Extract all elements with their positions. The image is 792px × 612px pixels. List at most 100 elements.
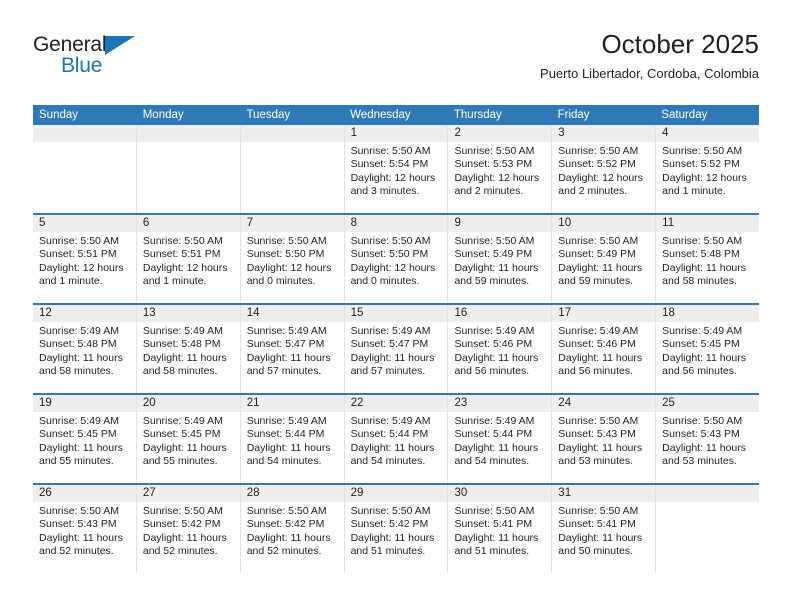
day-number: 26 <box>33 485 136 502</box>
day-details: Sunrise: 5:50 AM Sunset: 5:42 PM Daylight:… <box>345 502 448 559</box>
weekday-header-monday: Monday <box>142 109 184 121</box>
calendar-day-cell-empty <box>656 485 760 573</box>
calendar-day-cell[interactable]: 22 Sunrise: 5:49 AM Sunset: 5:44 PM Dayligh… <box>344 395 449 483</box>
calendar-day-cell[interactable]: 4 Sunrise: 5:50 AM Sunset: 5:52 PM Daylight… <box>656 125 760 213</box>
calendar-day-cell[interactable]: 29 Sunrise: 5:50 AM Sunset: 5:42 PM Dayligh… <box>344 485 449 573</box>
calendar-day-cell[interactable]: 25 Sunrise: 5:50 AM Sunset: 5:43 PM Dayligh… <box>656 395 760 483</box>
daylight-text-line2: and 55 minutes. <box>142 455 218 468</box>
sunset-text: Sunset: 5:49 PM <box>454 248 533 261</box>
calendar-day-cell[interactable]: 27 Sunrise: 5:50 AM Sunset: 5:42 PM Dayligh… <box>136 485 241 573</box>
day-details: Sunrise: 5:50 AM Sunset: 5:53 PM Daylight:… <box>448 142 551 199</box>
day-number: 25 <box>656 395 760 412</box>
daylight-text-line2: and 57 minutes. <box>350 365 426 378</box>
day-details: Sunrise: 5:49 AM Sunset: 5:48 PM Daylight:… <box>33 322 136 379</box>
calendar-day-cell[interactable]: 3 Sunrise: 5:50 AM Sunset: 5:52 PM Daylight… <box>552 125 657 213</box>
calendar-day-cell[interactable]: 23 Sunrise: 5:49 AM Sunset: 5:44 PM Dayligh… <box>448 395 553 483</box>
daylight-text-line1: Daylight: 11 hours <box>142 351 227 364</box>
day-number: 28 <box>240 485 344 502</box>
daylight-text-line2: and 56 minutes. <box>454 365 530 378</box>
calendar-day-cell[interactable]: 28 Sunrise: 5:50 AM Sunset: 5:42 PM Dayligh… <box>240 485 345 573</box>
day-details: Sunrise: 5:50 AM Sunset: 5:42 PM Daylight:… <box>241 502 344 559</box>
calendar-day-cell[interactable]: 1 Sunrise: 5:50 AM Sunset: 5:54 PM Daylight… <box>344 125 449 213</box>
sunset-text: Sunset: 5:47 PM <box>246 338 325 351</box>
daylight-text-line2: and 0 minutes. <box>246 275 316 288</box>
calendar-day-cell[interactable]: 12 Sunrise: 5:49 AM Sunset: 5:48 PM Dayligh… <box>33 305 137 393</box>
day-number: 15 <box>344 305 448 322</box>
calendar-day-cell-empty <box>33 125 137 213</box>
daylight-text-line1: Daylight: 12 hours <box>246 261 332 274</box>
day-details: Sunrise: 5:50 AM Sunset: 5:43 PM Daylight:… <box>33 502 136 559</box>
sunrise-text: Sunrise: 5:49 AM <box>662 325 743 337</box>
sunset-text: Sunset: 5:52 PM <box>662 158 740 171</box>
calendar-day-cell[interactable]: 11 Sunrise: 5:50 AM Sunset: 5:48 PM Dayligh… <box>656 215 760 303</box>
daylight-text-line1: Daylight: 11 hours <box>558 441 643 454</box>
calendar-day-cell[interactable]: 10 Sunrise: 5:50 AM Sunset: 5:49 PM Dayligh… <box>552 215 657 303</box>
sunrise-text: Sunrise: 5:50 AM <box>454 235 535 247</box>
daylight-text-line2: and 1 minute. <box>39 275 103 288</box>
day-number: 19 <box>33 395 136 412</box>
daylight-text-line1: Daylight: 11 hours <box>558 261 643 274</box>
calendar-week-row: 5 Sunrise: 5:50 AM Sunset: 5:51 PM Daylight… <box>33 213 760 303</box>
calendar-day-cell[interactable]: 13 Sunrise: 5:49 AM Sunset: 5:48 PM Dayligh… <box>136 305 241 393</box>
calendar-day-cell[interactable]: 18 Sunrise: 5:49 AM Sunset: 5:45 PM Dayligh… <box>656 305 760 393</box>
logo-word-blue: Blue <box>61 54 103 77</box>
sunrise-text: Sunrise: 5:49 AM <box>142 415 223 427</box>
calendar-day-cell[interactable]: 5 Sunrise: 5:50 AM Sunset: 5:51 PM Daylight… <box>33 215 137 303</box>
day-details: Sunrise: 5:49 AM Sunset: 5:46 PM Daylight:… <box>552 322 655 379</box>
sunrise-text: Sunrise: 5:50 AM <box>558 505 639 517</box>
daylight-text-line1: Daylight: 11 hours <box>662 441 747 454</box>
daylight-text-line1: Daylight: 11 hours <box>454 261 539 274</box>
sunrise-text: Sunrise: 5:49 AM <box>39 415 119 427</box>
calendar-day-cell[interactable]: 7 Sunrise: 5:50 AM Sunset: 5:50 PM Daylight… <box>240 215 345 303</box>
sunset-text: Sunset: 5:54 PM <box>350 158 429 171</box>
calendar-day-cell[interactable]: 31 Sunrise: 5:50 AM Sunset: 5:41 PM Dayligh… <box>552 485 657 573</box>
calendar-day-cell[interactable]: 16 Sunrise: 5:49 AM Sunset: 5:46 PM Dayligh… <box>448 305 553 393</box>
calendar-day-cell[interactable]: 19 Sunrise: 5:49 AM Sunset: 5:45 PM Dayligh… <box>33 395 137 483</box>
sunrise-text: Sunrise: 5:50 AM <box>454 145 535 157</box>
sunset-text: Sunset: 5:48 PM <box>142 338 221 351</box>
calendar-day-cell[interactable]: 17 Sunrise: 5:49 AM Sunset: 5:46 PM Dayligh… <box>552 305 657 393</box>
calendar-day-cell[interactable]: 14 Sunrise: 5:49 AM Sunset: 5:47 PM Dayligh… <box>240 305 345 393</box>
daylight-text-line1: Daylight: 11 hours <box>558 351 643 364</box>
sunrise-text: Sunrise: 5:49 AM <box>39 325 119 337</box>
sunrise-text: Sunrise: 5:50 AM <box>662 235 743 247</box>
day-details: Sunrise: 5:49 AM Sunset: 5:44 PM Daylight:… <box>345 412 448 469</box>
calendar-day-cell[interactable]: 20 Sunrise: 5:49 AM Sunset: 5:45 PM Dayligh… <box>136 395 241 483</box>
calendar-day-cell[interactable]: 30 Sunrise: 5:50 AM Sunset: 5:41 PM Dayligh… <box>448 485 553 573</box>
calendar-day-cell-empty <box>240 125 345 213</box>
calendar-day-cell-empty <box>136 125 241 213</box>
daylight-text-line1: Daylight: 12 hours <box>558 171 643 184</box>
calendar-day-cell[interactable]: 6 Sunrise: 5:50 AM Sunset: 5:51 PM Daylight… <box>136 215 241 303</box>
calendar-day-cell[interactable]: 15 Sunrise: 5:49 AM Sunset: 5:47 PM Dayligh… <box>344 305 449 393</box>
calendar-day-cell[interactable]: 2 Sunrise: 5:50 AM Sunset: 5:53 PM Daylight… <box>448 125 553 213</box>
calendar-day-cell[interactable]: 24 Sunrise: 5:50 AM Sunset: 5:43 PM Dayligh… <box>552 395 657 483</box>
calendar-day-cell[interactable]: 8 Sunrise: 5:50 AM Sunset: 5:50 PM Daylight… <box>344 215 449 303</box>
sunset-text: Sunset: 5:43 PM <box>662 428 740 441</box>
day-number: 29 <box>344 485 448 502</box>
sunset-text: Sunset: 5:45 PM <box>39 428 117 441</box>
sunset-text: Sunset: 5:44 PM <box>454 428 533 441</box>
calendar-day-cell[interactable]: 21 Sunrise: 5:49 AM Sunset: 5:44 PM Dayligh… <box>240 395 345 483</box>
day-number: 12 <box>33 305 136 322</box>
daylight-text-line2: and 58 minutes. <box>39 365 114 378</box>
daylight-text-line1: Daylight: 11 hours <box>558 531 643 544</box>
day-number: 3 <box>552 125 656 142</box>
sunrise-text: Sunrise: 5:50 AM <box>662 145 743 157</box>
sunrise-text: Sunrise: 5:50 AM <box>142 235 223 247</box>
day-details: Sunrise: 5:49 AM Sunset: 5:46 PM Daylight:… <box>448 322 551 379</box>
page-subtitle: Puerto Libertador, Cordoba, Colombia <box>540 66 759 81</box>
sunset-text: Sunset: 5:51 PM <box>142 248 221 261</box>
day-number: 23 <box>448 395 552 412</box>
calendar-day-cell[interactable]: 9 Sunrise: 5:50 AM Sunset: 5:49 PM Daylight… <box>448 215 553 303</box>
generalblue-logo[interactable]: General Blue <box>33 33 203 81</box>
weekday-header-saturday: Saturday <box>661 109 708 121</box>
daylight-text-line2: and 55 minutes. <box>39 455 114 468</box>
calendar-week-row: 26 Sunrise: 5:50 AM Sunset: 5:43 PM Dayligh… <box>33 483 760 573</box>
sunset-text: Sunset: 5:45 PM <box>662 338 740 351</box>
day-number: 22 <box>344 395 448 412</box>
daylight-text-line2: and 59 minutes. <box>558 275 634 288</box>
sunrise-text: Sunrise: 5:49 AM <box>350 325 431 337</box>
sunset-text: Sunset: 5:46 PM <box>558 338 636 351</box>
day-number: 16 <box>448 305 552 322</box>
calendar-day-cell[interactable]: 26 Sunrise: 5:50 AM Sunset: 5:43 PM Dayligh… <box>33 485 137 573</box>
